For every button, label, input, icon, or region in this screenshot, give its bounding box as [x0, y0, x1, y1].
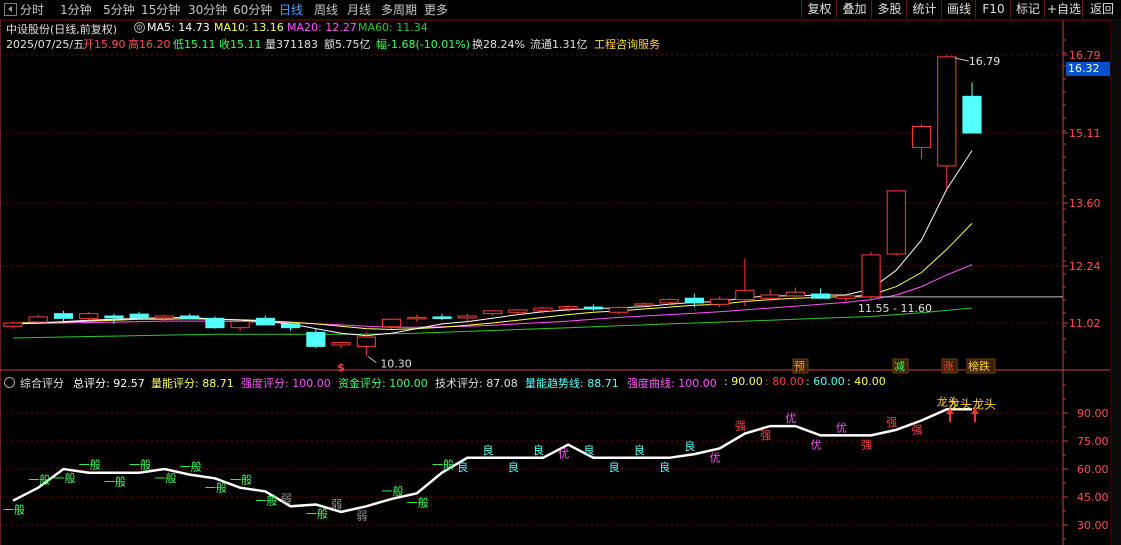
score-label: 一般 [180, 461, 202, 474]
score-label: 强 [861, 438, 872, 451]
score-label: 良 [609, 460, 620, 474]
score-label: 一般 [205, 481, 227, 494]
score-label: 弱 [356, 509, 367, 522]
score-label: 一般 [154, 472, 176, 485]
indicator-tick-label: 75.00 [1077, 435, 1109, 448]
indicator-tick-label: 90.00 [1077, 407, 1109, 420]
kline-chart: 16.79 15.11 13.60 12.24 11.02 90.00 75.00 60.00… [0, 19, 1110, 545]
score-label: 一般 [255, 494, 277, 507]
candle-body [457, 315, 477, 319]
candle-body [104, 315, 124, 319]
score-label: 一般 [407, 496, 429, 509]
score-label: 强 [912, 423, 923, 436]
candle-body [583, 306, 604, 310]
score-label: 强 [886, 416, 897, 429]
score-label: 强 [760, 429, 771, 442]
candle-body [255, 317, 275, 326]
candle-body [331, 342, 351, 346]
high-price-label: 16.79 [969, 55, 1001, 68]
candle-body [53, 313, 74, 319]
badge-zhang: 涨 [943, 360, 954, 373]
candle-body [962, 95, 982, 134]
ma5-line [12, 150, 973, 337]
score-label: 一般 [28, 474, 50, 487]
score-label: 强 [735, 420, 746, 433]
score-label: 优 [558, 448, 569, 461]
candle-body [154, 315, 175, 319]
candle-body [886, 190, 906, 255]
score-label: 良 [659, 460, 670, 474]
candle-body [306, 331, 326, 347]
candle-body [205, 317, 225, 329]
score-label: 良 [634, 443, 645, 457]
score-label: 一般 [79, 459, 101, 472]
candle-body [609, 307, 629, 313]
score-label: 弱 [331, 498, 342, 511]
score-label: 良 [684, 439, 695, 453]
high-arrow [954, 57, 969, 62]
candle-body [482, 310, 503, 315]
candle-body [810, 293, 831, 299]
score-label: 一般 [306, 507, 328, 520]
price-tick-label: 15.11 [1069, 127, 1101, 140]
candle-body [911, 126, 932, 148]
score-label: 良 [508, 460, 519, 474]
candle-body [79, 313, 99, 319]
candle-body [558, 306, 578, 310]
score-label: 优 [811, 438, 822, 451]
candle-body [659, 299, 679, 304]
candle-body [861, 254, 881, 298]
candle-body [735, 289, 755, 301]
score-label: 良 [583, 443, 594, 457]
low-price-label: 10.30 [380, 358, 412, 371]
low-arrow [368, 356, 377, 364]
candle-body [407, 316, 427, 320]
price-tick-label: 11.02 [1069, 317, 1101, 330]
candle-body [760, 294, 780, 299]
score-label: 良 [457, 460, 468, 474]
score-label: 一般 [53, 472, 75, 485]
candle-body [533, 307, 553, 312]
score-label: 优 [710, 451, 721, 464]
candle-body [356, 336, 376, 347]
dragon-label: 龙头龙头 [948, 397, 996, 411]
score-label: 良 [483, 443, 494, 457]
candle-body [381, 318, 402, 328]
score-label: 一般 [432, 459, 454, 472]
candle-body [230, 321, 250, 329]
candle-body [432, 316, 452, 319]
price-tick-label: 12.24 [1069, 260, 1101, 273]
candle-body [634, 303, 654, 306]
badge-bangdie: 榜跌 [968, 359, 990, 373]
candle-body [281, 323, 301, 329]
score-label: 良 [533, 443, 544, 457]
candle-body [508, 309, 528, 313]
score-label: 弱 [281, 492, 292, 505]
candle-body [937, 56, 957, 167]
score-label: 一般 [230, 474, 252, 487]
candle-body [28, 316, 48, 323]
range-label: 11.55 - 11.60 [858, 302, 932, 315]
badge-yu: 预 [794, 360, 805, 373]
score-label: 一般 [382, 485, 404, 498]
indicator-tick-label: 60.00 [1077, 463, 1109, 476]
score-label: 一般 [129, 459, 151, 472]
indicator-tick-label: 30.00 [1077, 519, 1109, 532]
score-label: 优 [785, 412, 796, 425]
price-tick-label: 16.79 [1069, 49, 1101, 62]
badge-jian: 减 [894, 360, 905, 373]
candle-body [3, 322, 23, 327]
candle-body [785, 291, 805, 297]
price-tick-label: 13.60 [1069, 197, 1101, 210]
dollar-marker: $ [337, 361, 345, 374]
candle-body [180, 315, 200, 319]
candle-body [710, 298, 730, 305]
score-label: 一般 [3, 504, 25, 517]
score-label: 一般 [104, 476, 126, 489]
score-label: 优 [836, 421, 847, 434]
candle-body [129, 313, 149, 319]
candle-body [836, 295, 856, 299]
candle-body [684, 297, 704, 304]
indicator-tick-label: 45.00 [1077, 491, 1109, 504]
